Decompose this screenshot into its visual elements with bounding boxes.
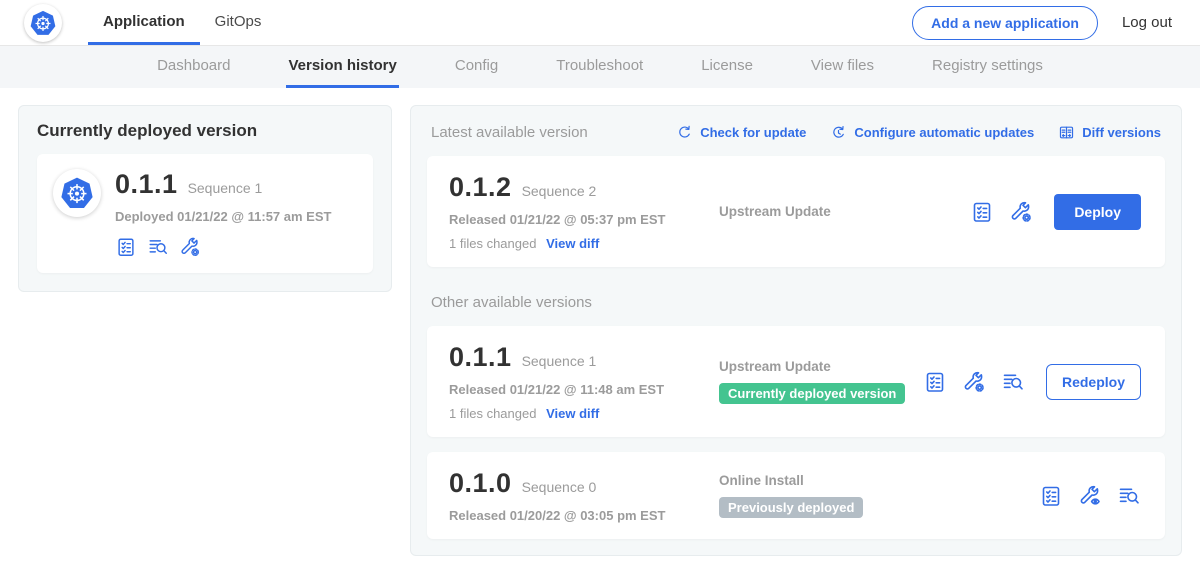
previously-deployed-badge: Previously deployed (719, 497, 863, 518)
deployed-version-card: 0.1.1 Sequence 1 Deployed 01/21/22 @ 11:… (37, 154, 373, 273)
version-row-0-1-2: 0.1.2 Sequence 2 Released 01/21/22 @ 05:… (427, 156, 1165, 267)
app-subnav: Dashboard Version history Config Trouble… (0, 46, 1200, 88)
view-diff-link[interactable]: View diff (546, 236, 599, 251)
version-number: 0.1.1 (449, 342, 512, 373)
diff-versions-link[interactable]: Diff versions (1058, 124, 1161, 141)
subnav-version-history[interactable]: Version history (286, 46, 398, 88)
subnav-troubleshoot[interactable]: Troubleshoot (554, 46, 645, 88)
subnav-config[interactable]: Config (453, 46, 500, 88)
deploy-logs-icon[interactable] (1001, 370, 1025, 394)
released-timestamp: Released 01/21/22 @ 11:48 am EST (449, 382, 701, 397)
released-timestamp: Released 01/21/22 @ 05:37 pm EST (449, 212, 701, 227)
subnav-license[interactable]: License (699, 46, 755, 88)
deployed-timestamp: Deployed 01/21/22 @ 11:57 am EST (115, 209, 331, 224)
version-number: 0.1.2 (449, 172, 512, 203)
version-sequence: Sequence 1 (522, 353, 597, 369)
diff-columns-icon (1058, 124, 1075, 141)
preflight-checklist-icon[interactable] (923, 370, 947, 394)
view-diff-link[interactable]: View diff (546, 406, 599, 421)
files-changed-label: 1 files changed (449, 236, 536, 251)
tab-application[interactable]: Application (88, 0, 200, 45)
deploy-logs-icon[interactable] (147, 236, 169, 258)
edit-config-icon[interactable] (1009, 200, 1033, 224)
released-timestamp: Released 01/20/22 @ 03:05 pm EST (449, 508, 701, 523)
preflight-checklist-icon[interactable] (970, 200, 994, 224)
currently-deployed-badge: Currently deployed version (719, 383, 905, 404)
tab-gitops[interactable]: GitOps (200, 0, 277, 45)
subnav-view-files[interactable]: View files (809, 46, 876, 88)
deploy-logs-icon[interactable] (1117, 484, 1141, 508)
deployed-sequence: Sequence 1 (188, 180, 263, 196)
kubernetes-logo-icon (24, 4, 62, 42)
diff-versions-label: Diff versions (1082, 125, 1161, 140)
configure-automatic-updates-label: Configure automatic updates (854, 125, 1034, 140)
currently-deployed-panel: Currently deployed version 0.1.1 Sequenc… (18, 105, 392, 292)
edit-config-icon[interactable] (962, 370, 986, 394)
app-kubernetes-icon (53, 169, 101, 217)
other-versions-title: Other available versions (427, 294, 1165, 311)
view-config-icon[interactable] (1078, 484, 1102, 508)
version-source: Upstream Update (719, 204, 970, 219)
version-row-0-1-0: 0.1.0 Sequence 0 Released 01/20/22 @ 03:… (427, 452, 1165, 539)
redeploy-button[interactable]: Redeploy (1046, 364, 1141, 400)
version-sequence: Sequence 2 (522, 183, 597, 199)
check-for-update-label: Check for update (700, 125, 806, 140)
configure-automatic-updates-link[interactable]: Configure automatic updates (830, 124, 1034, 141)
files-changed-label: 1 files changed (449, 406, 536, 421)
latest-version-title: Latest available version (431, 124, 588, 141)
deploy-button[interactable]: Deploy (1054, 194, 1141, 230)
check-for-update-link[interactable]: Check for update (676, 124, 806, 141)
preflight-checklist-icon[interactable] (115, 236, 137, 258)
clock-refresh-icon (830, 124, 847, 141)
version-history-panel: Latest available version Check for updat… (410, 105, 1182, 556)
edit-config-icon[interactable] (179, 236, 201, 258)
add-new-application-button[interactable]: Add a new application (912, 6, 1098, 40)
subnav-dashboard[interactable]: Dashboard (155, 46, 232, 88)
app-header: Application GitOps Add a new application… (0, 0, 1200, 46)
logout-button[interactable]: Log out (1122, 14, 1172, 31)
version-source: Upstream Update (719, 359, 923, 374)
preflight-checklist-icon[interactable] (1039, 484, 1063, 508)
version-source: Online Install (719, 473, 1039, 488)
version-sequence: Sequence 0 (522, 479, 597, 495)
subnav-registry-settings[interactable]: Registry settings (930, 46, 1045, 88)
header-tabs: Application GitOps (88, 0, 276, 45)
version-number: 0.1.0 (449, 468, 512, 499)
refresh-icon (676, 124, 693, 141)
currently-deployed-title: Currently deployed version (37, 121, 373, 141)
deployed-version-number: 0.1.1 (115, 169, 178, 200)
version-row-0-1-1: 0.1.1 Sequence 1 Released 01/21/22 @ 11:… (427, 326, 1165, 437)
